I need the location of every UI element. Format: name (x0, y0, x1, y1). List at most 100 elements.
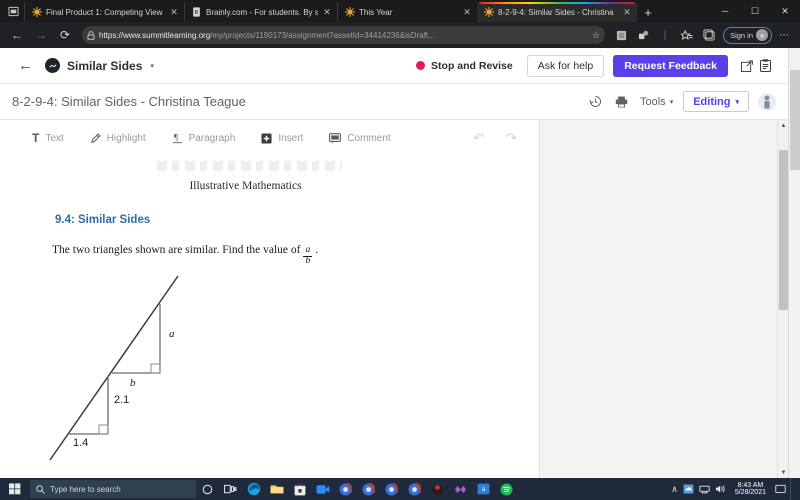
sign-in-button[interactable]: Sign in ● (723, 26, 772, 44)
taskbar-app-chrome-icon[interactable] (334, 478, 357, 500)
extensions-icon[interactable] (633, 24, 653, 46)
ask-for-help-button[interactable]: Ask for help (526, 54, 605, 77)
favorite-star-icon[interactable]: ☆ (592, 30, 600, 41)
browser-scrollbar[interactable] (788, 48, 800, 478)
brainly-icon: B (191, 7, 202, 18)
taskbar-app-zoom-icon[interactable] (311, 478, 334, 500)
right-angle-marker-large (150, 363, 161, 374)
tools-label: Tools (640, 95, 666, 108)
taskbar-app-discord-icon[interactable] (426, 478, 449, 500)
app-back-arrow-icon[interactable]: ← (18, 57, 33, 74)
version-history-icon[interactable] (582, 95, 608, 108)
request-feedback-button[interactable]: Request Feedback (613, 54, 728, 77)
taskbar-clock[interactable]: 8:43 AM 5/28/2021 (731, 482, 770, 497)
summit-star-icon (344, 7, 355, 18)
browser-tab-3[interactable]: This Year ✕ (337, 2, 477, 22)
tool-text[interactable]: T Text (32, 131, 64, 145)
network-icon[interactable] (699, 484, 710, 494)
favorites-icon[interactable] (677, 24, 697, 46)
chevron-down-icon[interactable]: ▾ (150, 62, 154, 70)
document-scrollbar[interactable]: ▲ ▼ (777, 120, 788, 478)
tool-comment[interactable]: Comment (329, 132, 391, 144)
maximize-button[interactable]: ☐ (740, 0, 770, 22)
taskbar-app-edge-icon[interactable] (242, 478, 265, 500)
browser-tab-2[interactable]: B Brainly.com - For students. By st ✕ (184, 2, 337, 22)
forward-button[interactable]: → (30, 24, 52, 46)
taskbar-app-chrome-icon[interactable] (380, 478, 403, 500)
back-button[interactable]: ← (6, 24, 28, 46)
taskbar-app-spotify-icon[interactable] (495, 478, 518, 500)
tool-paragraph[interactable]: ¶ Paragraph (172, 132, 235, 144)
tab-close-icon[interactable]: ✕ (462, 7, 472, 18)
tray-expand-icon[interactable]: ∧ (671, 484, 678, 495)
tool-insert[interactable]: Insert (261, 133, 303, 144)
label-b: b (130, 377, 136, 389)
publisher-title: Illustrative Mathematics (189, 180, 302, 192)
summit-star-icon (31, 7, 42, 18)
comment-icon (329, 132, 342, 144)
taskbar-app-file-explorer-icon[interactable] (265, 478, 288, 500)
avatar[interactable] (758, 92, 776, 111)
taskbar-app-chrome-icon[interactable] (357, 478, 380, 500)
reload-button[interactable]: ⟳ (54, 24, 76, 46)
clipped-text-line (157, 161, 342, 171)
tab-close-icon[interactable]: ✕ (169, 7, 179, 18)
search-input[interactable]: Type here to search (30, 480, 196, 498)
scrollbar-thumb[interactable] (779, 150, 788, 310)
tools-menu[interactable]: Tools ▾ (640, 96, 673, 108)
similar-triangles-diagram: a b 2.1 1.4 (38, 268, 218, 468)
windows-start-icon[interactable] (2, 483, 28, 495)
close-window-button[interactable]: ✕ (770, 0, 800, 22)
undo-button[interactable]: ↶ (473, 130, 484, 146)
tab-search-icon[interactable] (2, 0, 24, 22)
taskbar-app-arcade-icon[interactable]: a (472, 478, 495, 500)
volume-icon[interactable] (715, 484, 726, 494)
onedrive-icon[interactable] (683, 484, 694, 494)
toolbar-divider: | (663, 29, 667, 41)
tab-title: 8-2-9-4: Similar Sides - Christina (498, 7, 614, 17)
taskbar-app-store-icon[interactable] (288, 478, 311, 500)
browser-essentials-icon[interactable] (699, 24, 719, 46)
task-view-icon[interactable] (219, 478, 242, 500)
taskbar-app-game-icon[interactable] (449, 478, 472, 500)
tool-label: Comment (347, 132, 391, 144)
print-icon[interactable] (608, 96, 634, 108)
browser-tab-4-active[interactable]: 8-2-9-4: Similar Sides - Christina ✕ (477, 2, 637, 22)
action-center-icon[interactable] (775, 484, 786, 494)
highlighter-icon (90, 132, 101, 144)
tab-close-icon[interactable]: ✕ (322, 7, 332, 18)
tool-highlight[interactable]: Highlight (90, 133, 146, 144)
taskbar-app-chrome-icon[interactable] (403, 478, 426, 500)
address-bar[interactable]: https://www.summitlearning.org/my/projec… (82, 26, 606, 44)
windows-taskbar: Type here to search a ∧ 8:43 AM 5/28/202… (0, 478, 800, 500)
tab-close-icon[interactable]: ✕ (622, 7, 632, 18)
tab-title: Brainly.com - For students. By st (206, 7, 318, 17)
lock-icon (87, 30, 95, 40)
collections-icon[interactable] (611, 24, 631, 46)
document-gray-margin: ▲ ▼ (540, 120, 788, 478)
svg-text:B: B (195, 10, 199, 16)
svg-text:¶: ¶ (173, 132, 178, 142)
browser-tab-1[interactable]: Final Product 1: Competing View ✕ (24, 2, 184, 22)
settings-more-icon[interactable]: ⋯ (774, 24, 794, 46)
new-tab-button[interactable]: + (637, 5, 659, 22)
chevron-down-icon: ▾ (735, 98, 739, 106)
cortana-circle-icon[interactable] (196, 478, 219, 500)
diagram-hypotenuse-line (49, 275, 179, 461)
redo-button[interactable]: ↷ (506, 130, 517, 146)
external-link-icon[interactable] (738, 59, 756, 72)
search-icon (36, 484, 45, 494)
minimize-button[interactable]: ─ (710, 0, 740, 22)
show-desktop-button[interactable] (790, 478, 800, 500)
profile-avatar-icon: ● (756, 29, 768, 41)
assignment-title: Similar Sides (67, 58, 143, 73)
prompt-text: The two triangles shown are similar. Fin… (52, 244, 301, 256)
browser-scrollbar-thumb[interactable] (790, 70, 800, 170)
editing-mode-button[interactable]: Editing ▾ (683, 91, 749, 112)
undo-redo-group: ↶ ↷ (473, 130, 517, 146)
clipboard-icon[interactable] (756, 59, 774, 72)
status-badge: Stop and Revise (416, 60, 513, 72)
chevron-down-icon: ▾ (669, 98, 674, 106)
document-sheet: T Text Highlight ¶ Paragraph Insert Comm… (0, 120, 540, 478)
status-label: Stop and Revise (431, 59, 513, 72)
